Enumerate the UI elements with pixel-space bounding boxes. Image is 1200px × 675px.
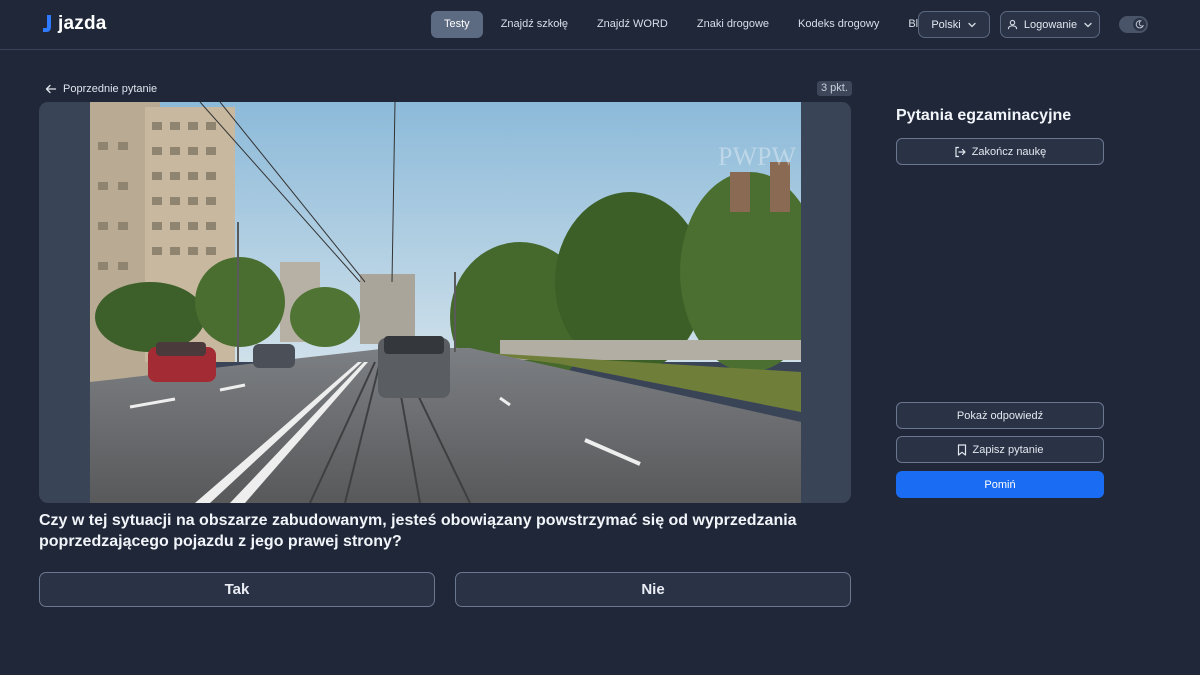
save-question-label: Zapisz pytanie (972, 443, 1044, 456)
nav-item-znaki-drogowe[interactable]: Znaki drogowe (684, 11, 782, 38)
end-learning-button[interactable]: Zakończ naukę (896, 138, 1104, 165)
nav-item-kodeks-drogowy[interactable]: Kodeks drogowy (785, 11, 892, 38)
media-watermark: PWPW (718, 142, 796, 171)
jazda-logo[interactable]: jazda (42, 12, 107, 36)
answer-tak-button[interactable]: Tak (39, 572, 435, 607)
top-navigation-bar: jazda Testy Znajdź szkołę Znajdź WORD Zn… (0, 0, 1200, 50)
arrow-left-icon (45, 84, 57, 94)
chevron-down-icon (968, 22, 976, 27)
language-label: Polski (931, 18, 961, 31)
chevron-down-icon (1084, 22, 1092, 27)
save-question-button[interactable]: Zapisz pytanie (896, 436, 1104, 463)
nav-item-znajdz-szkole[interactable]: Znajdź szkołę (488, 11, 581, 38)
moon-icon (1135, 20, 1144, 29)
user-icon (1007, 19, 1018, 30)
panel-title: Pytania egzaminacyjne (896, 107, 1072, 124)
nav-item-znajdz-word[interactable]: Znajdź WORD (584, 11, 681, 38)
toggle-knob (1133, 18, 1146, 31)
points-badge: 3 pkt. (817, 81, 852, 96)
question-text: Czy w tej sytuacji na obszarze zabudowan… (39, 512, 797, 550)
main-nav: Testy Znajdź szkołę Znajdź WORD Znaki dr… (431, 11, 943, 38)
skip-label: Pomiń (984, 478, 1016, 491)
theme-toggle[interactable] (1119, 16, 1148, 33)
skip-button[interactable]: Pomiń (896, 471, 1104, 498)
road-scene-image: PWPW (90, 102, 801, 503)
end-learning-label: Zakończ naukę (971, 145, 1047, 158)
login-label: Logowanie (1023, 18, 1078, 31)
language-select[interactable]: Polski (918, 11, 990, 38)
show-answer-label: Pokaż odpowiedź (956, 409, 1044, 422)
answer-nie-button[interactable]: Nie (455, 572, 851, 607)
previous-question-label: Poprzednie pytanie (63, 83, 158, 95)
logo-text: jazda (58, 13, 107, 34)
previous-question-link[interactable]: Poprzednie pytanie (45, 81, 157, 97)
logo-mark-icon (43, 15, 51, 32)
show-answer-button[interactable]: Pokaż odpowiedź (896, 402, 1104, 429)
question-media-frame: PWPW (39, 102, 851, 503)
logout-icon (955, 146, 966, 157)
bookmark-icon (957, 443, 966, 456)
nav-item-testy[interactable]: Testy (431, 11, 483, 38)
login-button[interactable]: Logowanie (1000, 11, 1100, 38)
